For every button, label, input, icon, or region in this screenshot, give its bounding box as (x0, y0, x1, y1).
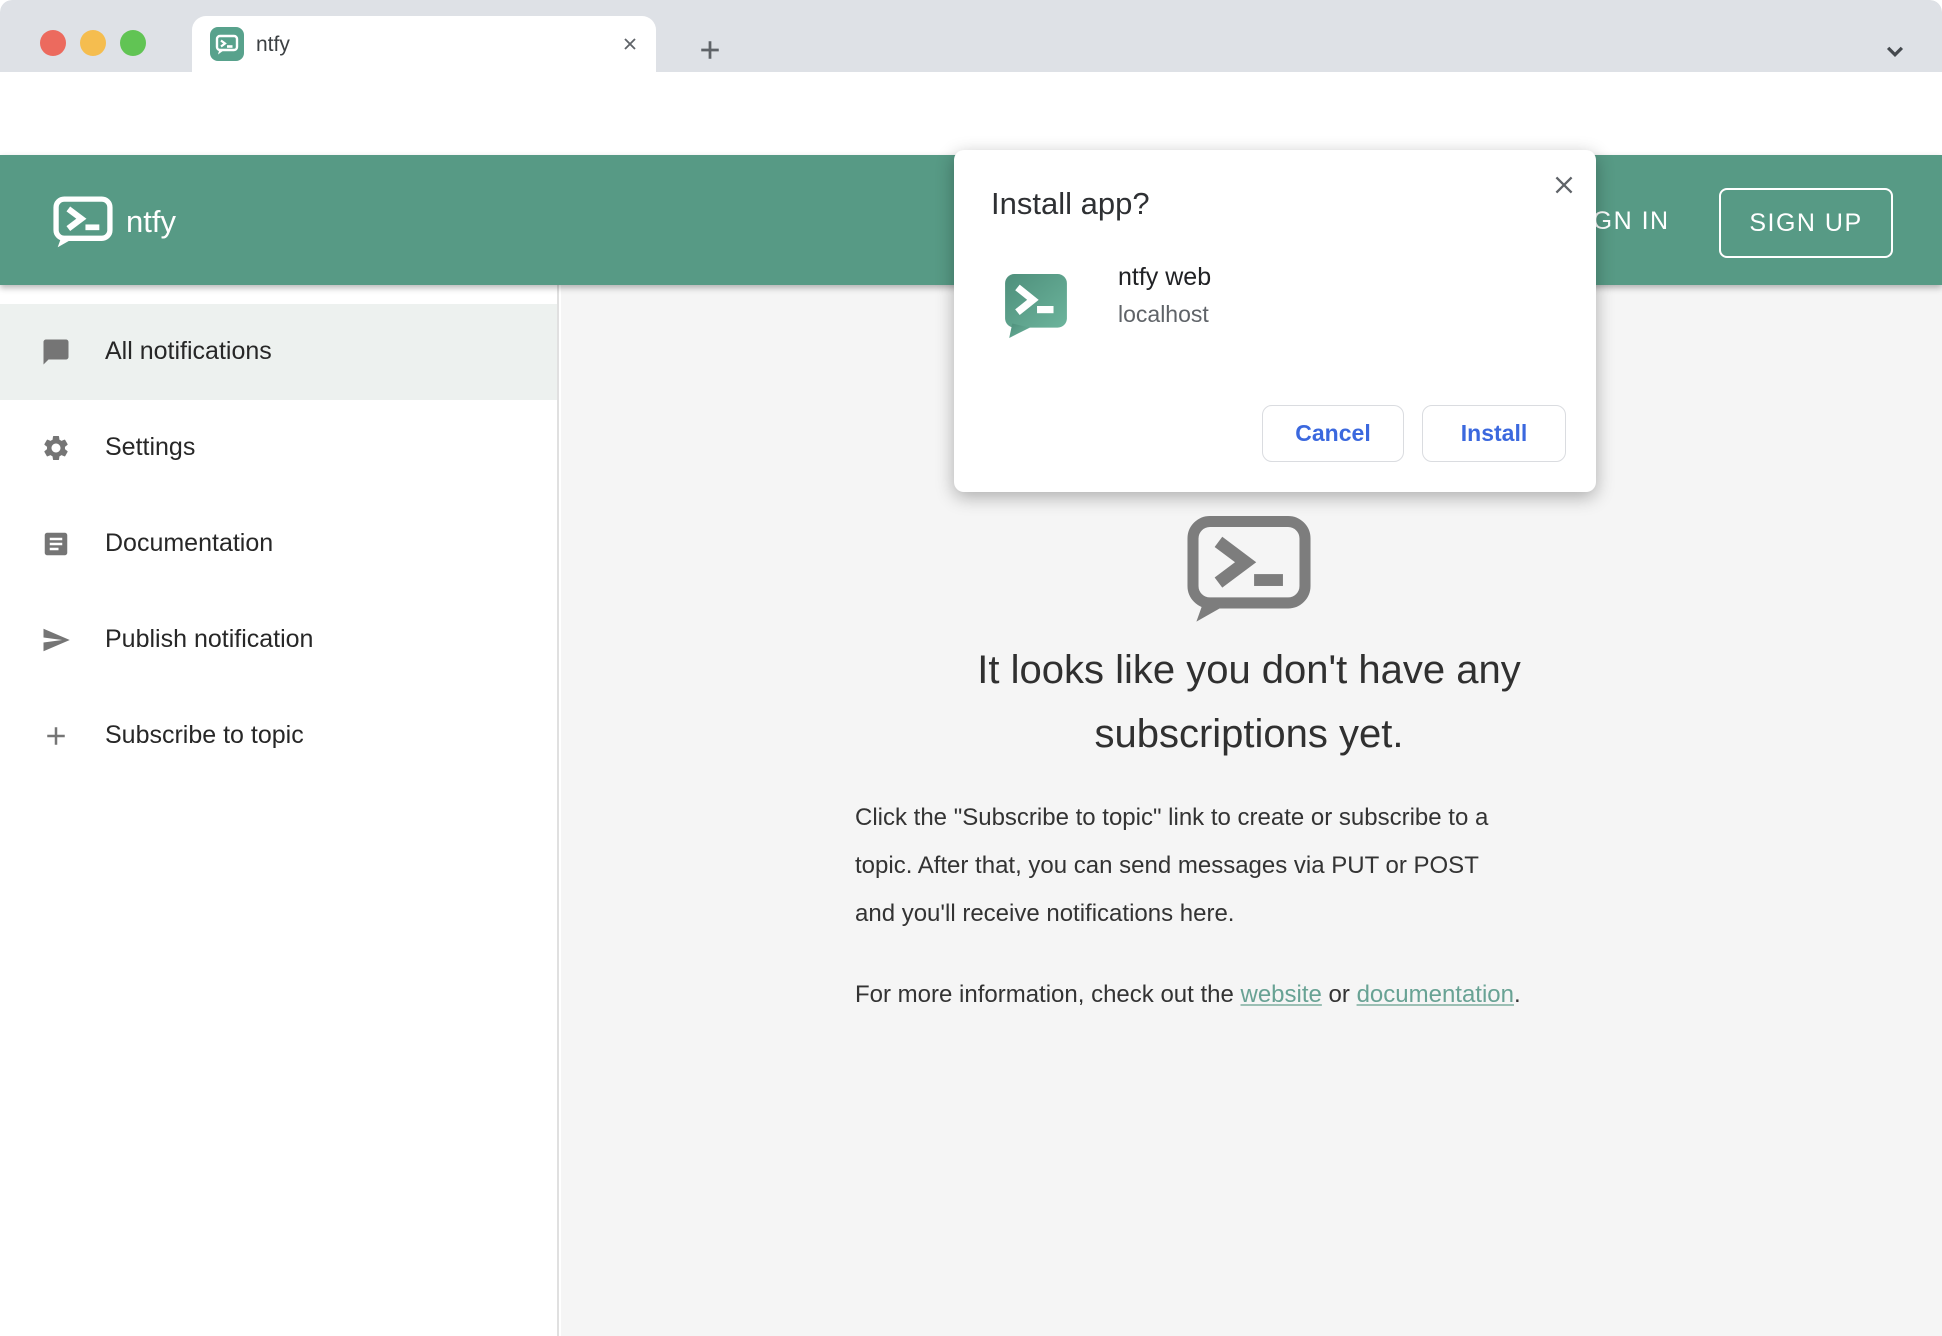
article-icon (41, 529, 71, 559)
minimize-window-button[interactable] (80, 30, 106, 56)
sidebar-item-label: Settings (105, 433, 195, 462)
dialog-close-icon[interactable] (1551, 172, 1577, 198)
sidebar-item-publish-notification[interactable]: Publish notification (0, 592, 557, 688)
sidebar-item-subscribe-to-topic[interactable]: Subscribe to topic (0, 688, 557, 784)
tab-strip: ntfy (0, 0, 1942, 72)
install-button[interactable]: Install (1422, 405, 1566, 462)
sidebar-item-documentation[interactable]: Documentation (0, 496, 557, 592)
empty-state-description: Click the "Subscribe to topic" link to c… (855, 794, 1525, 1019)
documentation-link[interactable]: documentation (1357, 981, 1514, 1008)
cancel-button[interactable]: Cancel (1262, 405, 1404, 462)
tab-close-icon[interactable] (620, 34, 640, 54)
website-link[interactable]: website (1241, 981, 1322, 1008)
more-info-paragraph: For more information, check out the webs… (855, 971, 1525, 1019)
tab-title: ntfy (256, 33, 290, 57)
sidebar-item-all-notifications[interactable]: All notifications (0, 304, 557, 400)
close-window-button[interactable] (40, 30, 66, 56)
ntfy-app-icon (1002, 272, 1070, 340)
zoom-window-button[interactable] (120, 30, 146, 56)
plus-icon (41, 721, 71, 751)
browser-toolbar: localhost (0, 72, 1942, 155)
sidebar-item-label: All notifications (105, 337, 272, 366)
browser-tab[interactable]: ntfy (192, 16, 656, 72)
dialog-title: Install app? (991, 186, 1150, 222)
chat-icon (41, 337, 71, 367)
ntfy-empty-state-icon (1184, 513, 1314, 625)
ntfy-favicon-icon (210, 27, 244, 61)
sidebar-item-label: Subscribe to topic (105, 721, 304, 750)
send-icon (41, 625, 71, 655)
description-paragraph: Click the "Subscribe to topic" link to c… (855, 794, 1525, 938)
ntfy-logo-icon (52, 194, 114, 250)
browser-window: ntfy localhost (0, 0, 1942, 1336)
sign-up-button[interactable]: SIGN UP (1719, 188, 1893, 258)
dialog-app-name: ntfy web (1118, 263, 1211, 292)
sidebar-nav: All notifications Settings Documentation… (0, 285, 559, 1336)
dialog-app-origin: localhost (1118, 301, 1209, 328)
install-app-dialog: Install app? ntfy web localhost Cancel I… (954, 150, 1596, 492)
new-tab-icon[interactable] (695, 35, 725, 65)
empty-state-title: It looks like you don't have any subscri… (909, 638, 1589, 766)
sidebar-item-settings[interactable]: Settings (0, 400, 557, 496)
gear-icon (41, 433, 71, 463)
sidebar-item-label: Publish notification (105, 625, 313, 654)
sidebar-item-label: Documentation (105, 529, 273, 558)
app-title: ntfy (126, 204, 176, 240)
tab-list-chevron-icon[interactable] (1880, 36, 1910, 66)
